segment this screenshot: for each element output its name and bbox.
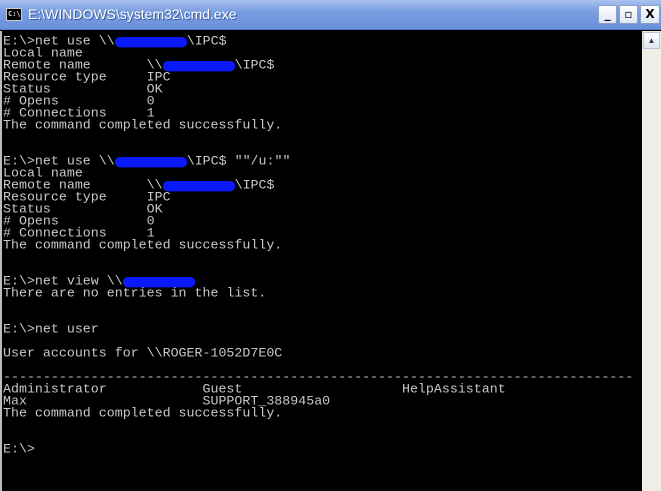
cmd-icon: C:\ bbox=[6, 8, 22, 21]
title-bar[interactable]: C:\ E:\WINDOWS\system32\cmd.exe _ ▫ X bbox=[0, 0, 661, 30]
console-text: The command completed successfully. bbox=[3, 406, 283, 421]
console-line: E:\>net use \\ \IPC$ bbox=[3, 34, 642, 49]
redacted-host bbox=[114, 156, 187, 168]
close-button[interactable]: X bbox=[640, 5, 660, 24]
console-text: The command completed successfully. bbox=[3, 238, 283, 253]
redacted-host bbox=[114, 36, 187, 48]
console-line: E:\>net use \\ \IPC$ ""/u:"" bbox=[3, 154, 642, 169]
console-line: User accounts for \\ROGER-1052D7E0C bbox=[3, 346, 642, 361]
redacted-host bbox=[162, 60, 235, 72]
console-line: E:\>net user bbox=[3, 322, 642, 337]
console-text: \IPC$ bbox=[234, 178, 275, 193]
console-line: The command completed successfully. bbox=[3, 406, 642, 421]
console-text: E:\> bbox=[3, 442, 35, 457]
console-output[interactable]: E:\>net use \\ \IPC$ Local name Remote name… bbox=[0, 31, 642, 491]
vertical-scrollbar[interactable]: ▲ bbox=[642, 31, 661, 491]
console-text: There are no entries in the list. bbox=[3, 286, 267, 301]
console-text: \IPC$ bbox=[234, 58, 275, 73]
maximize-button[interactable]: ▫ bbox=[619, 5, 638, 24]
console-text: The command completed successfully. bbox=[3, 118, 283, 133]
console-line: E:\> bbox=[3, 442, 642, 457]
console-text: User accounts for \\ROGER-1052D7E0C bbox=[3, 346, 283, 361]
console-text: \IPC$ bbox=[186, 34, 227, 49]
minimize-button[interactable]: _ bbox=[598, 5, 617, 24]
console-text: \IPC$ ""/u:"" bbox=[186, 154, 291, 169]
console-line: There are no entries in the list. bbox=[3, 286, 642, 301]
scroll-up-arrow-icon[interactable]: ▲ bbox=[643, 32, 660, 49]
console-text: E:\>net user bbox=[3, 322, 99, 337]
redacted-host bbox=[162, 180, 235, 192]
console-line: The command completed successfully. bbox=[3, 118, 642, 133]
console-line: The command completed successfully. bbox=[3, 238, 642, 253]
window-title: E:\WINDOWS\system32\cmd.exe bbox=[28, 6, 237, 22]
